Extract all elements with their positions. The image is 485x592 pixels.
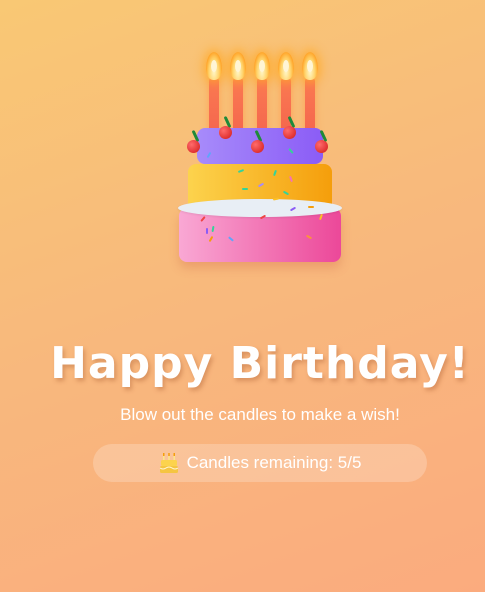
cherry [251, 140, 264, 153]
cherry [219, 126, 232, 139]
candle-flame-3[interactable] [254, 52, 270, 80]
sprinkle [206, 228, 208, 234]
candle-counter: Candles remaining: 5/5 [93, 444, 427, 482]
birthday-cake-icon [159, 452, 179, 474]
sprinkle [308, 206, 314, 208]
birthday-cake [170, 40, 355, 275]
page-title: Happy Birthday! [50, 338, 470, 389]
candle-flame-5[interactable] [302, 52, 318, 80]
cherry [283, 126, 296, 139]
candles-remaining-text: Candles remaining: 5/5 [186, 453, 362, 472]
sprinkle [242, 188, 248, 190]
cake-frosting [178, 199, 342, 217]
cherry [315, 140, 328, 153]
candle-flame-2[interactable] [230, 52, 246, 80]
candle-flame-4[interactable] [278, 52, 294, 80]
instruction-text: Blow out the candles to make a wish! [120, 405, 400, 424]
cherry [187, 140, 200, 153]
candle-flame-1[interactable] [206, 52, 222, 80]
birthday-page: Happy Birthday! Blow out the candles to … [0, 0, 485, 592]
